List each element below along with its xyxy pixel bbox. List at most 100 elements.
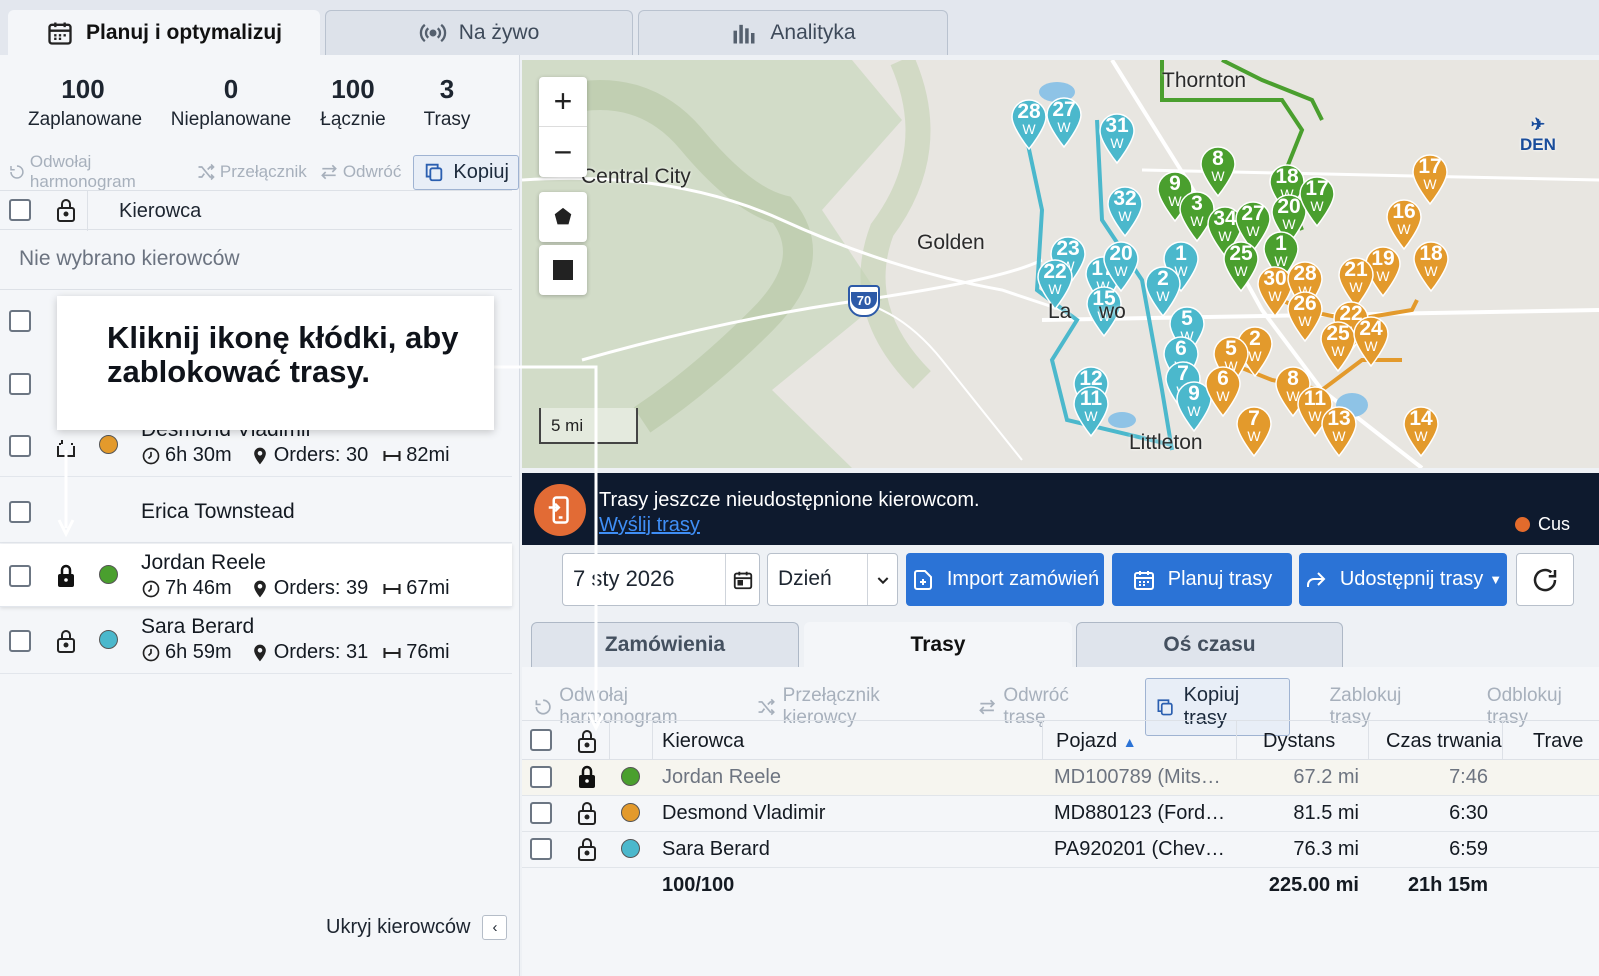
zoom-out-button[interactable]: − — [539, 127, 587, 177]
driver-name: Jordan Reele — [141, 551, 266, 574]
row-checkbox[interactable] — [9, 501, 31, 523]
map-pin-14[interactable]: 14 W — [1402, 405, 1440, 458]
bar-chart-icon — [733, 24, 755, 44]
copy-icon — [1157, 699, 1174, 716]
send-routes-link[interactable]: Wyślij trasy — [599, 514, 700, 537]
row-checkbox[interactable] — [530, 802, 552, 824]
unlock-icon[interactable] — [54, 433, 78, 459]
left-toolbar: Odwołaj harmonogram Przełącznik Odwróć K… — [8, 152, 519, 192]
city-label-lakewood-end: wo — [1099, 300, 1126, 323]
lock-column-icon — [57, 199, 75, 222]
pin-number: 32 — [1113, 187, 1137, 210]
travel-column-header[interactable]: Trave — [1533, 730, 1583, 753]
row-checkbox[interactable] — [530, 838, 552, 860]
map-pin-28[interactable]: 28 W — [1010, 98, 1048, 151]
map-pin-7[interactable]: 7W — [1235, 405, 1273, 458]
map-pin-24[interactable]: 24 W — [1352, 315, 1390, 368]
reverse-button[interactable]: Odwróć — [319, 162, 401, 182]
tab-label: Planuj i optymalizuj — [85, 21, 283, 44]
tab-live[interactable]: Na żywo — [325, 10, 633, 55]
map-pin-27[interactable]: 27 W — [1045, 96, 1083, 149]
tab-analytics[interactable]: Analityka — [638, 10, 948, 55]
pin-sub-label: W — [1423, 176, 1437, 192]
lock-icon[interactable] — [54, 563, 78, 589]
tab-routes[interactable]: Trasy — [804, 622, 1072, 667]
row-checkbox[interactable] — [9, 310, 31, 332]
stat-label: Nieplanowane — [170, 109, 292, 130]
pin-number: 7 — [1248, 407, 1260, 430]
undo-icon — [10, 165, 24, 179]
refresh-icon — [1533, 568, 1557, 591]
refresh-button[interactable] — [1516, 553, 1574, 606]
map-pin-17[interactable]: 17 W — [1298, 175, 1336, 228]
stat-scheduled: 100 Zaplanowane — [28, 73, 142, 135]
row-checkbox[interactable] — [9, 565, 31, 587]
copy-button[interactable]: Kopiuj — [413, 154, 519, 190]
table-row[interactable]: Jordan Reele MD100789 (Mits… 67.2 mi 7:4… — [522, 760, 1599, 796]
row-checkbox[interactable] — [9, 630, 31, 652]
import-orders-button[interactable]: Import zamówień — [906, 553, 1104, 606]
phone-share-icon — [534, 484, 586, 536]
row-checkbox[interactable] — [530, 766, 552, 788]
date-picker[interactable]: 7 sty 2026 — [562, 553, 760, 606]
draw-polygon-button[interactable] — [539, 192, 587, 242]
driver-meta: 6h 30m Orders: 30 82mi — [141, 444, 450, 467]
stat-label: Trasy — [423, 109, 471, 130]
tab-timeline[interactable]: Oś czasu — [1076, 622, 1343, 667]
driver-distance: 82mi — [406, 444, 450, 466]
map-pin-11[interactable]: 11 W — [1072, 385, 1110, 438]
copy-label: Kopiuj — [453, 160, 509, 183]
vehicle-column-header[interactable]: Pojazd ▲ — [1056, 730, 1137, 753]
tab-plan-optimize[interactable]: Planuj i optymalizuj — [8, 10, 320, 55]
driver-column-header[interactable]: Kierowca — [662, 730, 744, 753]
lock-open-icon[interactable] — [575, 800, 599, 826]
pin-number: 27 — [1241, 202, 1265, 225]
lock-open-icon[interactable] — [54, 628, 78, 654]
row-checkbox[interactable] — [9, 435, 31, 457]
table-row[interactable]: Sara Berard PA920201 (Chev… 76.3 mi 6:59 — [522, 832, 1599, 868]
calendar-icon[interactable] — [725, 554, 759, 605]
tab-orders[interactable]: Zamówienia — [531, 622, 799, 667]
lock-icon[interactable] — [575, 764, 599, 790]
zoom-in-button[interactable]: + — [539, 77, 587, 127]
import-icon — [913, 569, 932, 590]
pin-sub-label: W — [1397, 221, 1411, 237]
pin-sub-label: W — [1332, 428, 1346, 444]
column-divider — [1042, 721, 1043, 761]
duration-column-header[interactable]: Czas trwania — [1386, 730, 1502, 753]
pin-sub-label: W — [1084, 408, 1098, 424]
route-color-dot — [621, 767, 640, 786]
chevron-left-icon[interactable]: ‹ — [482, 915, 508, 940]
map-pin-31[interactable]: 31 W — [1098, 112, 1136, 165]
period-select[interactable]: Dzień — [767, 553, 898, 606]
plan-routes-button[interactable]: Planuj trasy — [1112, 553, 1292, 606]
driver-row-jordan[interactable]: Jordan Reele 7h 46m Orders: 39 67mi — [0, 544, 512, 607]
pin-number: 25 — [1229, 242, 1253, 265]
draw-rectangle-button[interactable] — [539, 245, 587, 295]
select-all-checkbox[interactable] — [530, 729, 552, 751]
row-driver: Desmond Vladimir — [662, 802, 826, 824]
route-map[interactable]: 28W27W31W32W23W22W17W20W15W1W2W5W6W7W9W1… — [522, 60, 1599, 468]
undo-schedule-button[interactable]: Odwołaj harmonogram — [8, 152, 184, 192]
clock-icon — [142, 644, 160, 661]
map-pin-13[interactable]: 13 W — [1320, 405, 1358, 458]
zoom-controls: + − — [539, 77, 587, 177]
city-label-central-city: Central City — [581, 165, 691, 188]
distance-column-header[interactable]: Dystans — [1263, 730, 1335, 753]
table-row[interactable]: Desmond Vladimir MD880123 (Ford… 81.5 mi… — [522, 796, 1599, 832]
lock-open-icon[interactable] — [575, 836, 599, 862]
map-pin-18[interactable]: 18 W — [1412, 240, 1450, 293]
map-pin-32[interactable]: 32 W — [1106, 185, 1144, 238]
square-icon — [539, 245, 587, 295]
column-divider — [1368, 721, 1369, 761]
swap-label: Przełącznik — [219, 162, 307, 181]
hide-drivers-button[interactable]: Ukryj kierowców ‹ — [326, 915, 508, 940]
driver-row-sara[interactable]: Sara Berard 6h 59m Orders: 31 76mi — [0, 608, 512, 674]
driver-row-erica[interactable]: Erica Townstead — [0, 477, 512, 543]
pin-sub-label: W — [1048, 281, 1062, 297]
map-pin-25[interactable]: 25 W — [1222, 240, 1260, 293]
select-all-checkbox[interactable] — [9, 199, 31, 221]
swap-button[interactable]: Przełącznik — [196, 162, 307, 182]
share-routes-button[interactable]: Udostępnij trasy ▼ — [1299, 553, 1507, 606]
row-checkbox[interactable] — [9, 373, 31, 395]
